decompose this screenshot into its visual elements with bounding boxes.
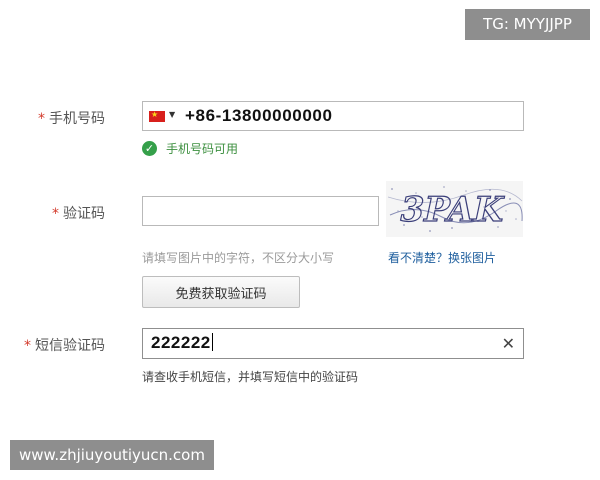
refresh-captcha-link[interactable]: 看不清楚？换张图片	[388, 249, 496, 266]
sms-label: * 短信验证码	[24, 335, 105, 355]
phone-status-text: 手机号码可用	[166, 142, 239, 156]
captcha-hint: 请填写图片中的字符，不区分大小写	[142, 251, 335, 265]
sms-code-text: 222222	[151, 333, 211, 352]
sms-code-value: 222222	[151, 333, 213, 353]
site-watermark: www.zhjiuyoutiyucn.com	[10, 440, 214, 470]
check-circle-icon: ✓	[142, 141, 157, 156]
tg-watermark: TG: MYYJJPP	[465, 9, 590, 40]
required-mark: *	[24, 338, 31, 354]
sms-code-input[interactable]: 222222 ✕	[142, 328, 524, 359]
phone-value: +86-13800000000	[185, 106, 333, 125]
chevron-down-icon[interactable]: ▼	[169, 110, 175, 119]
close-icon[interactable]: ✕	[502, 334, 515, 353]
sms-hint: 请查收手机短信，并填写短信中的验证码	[142, 370, 359, 384]
captcha-label-text: 验证码	[63, 206, 105, 222]
required-mark: *	[38, 111, 45, 127]
phone-input[interactable]: ★ ▼ +86-13800000000	[142, 101, 524, 131]
china-flag-icon[interactable]: ★	[149, 110, 165, 122]
captcha-input[interactable]	[142, 196, 379, 226]
captcha-label: * 验证码	[52, 203, 105, 223]
captcha-image[interactable]: 3PAK	[386, 181, 523, 237]
sms-label-text: 短信验证码	[35, 338, 105, 354]
phone-label-text: 手机号码	[49, 111, 105, 127]
captcha-image-text: 3PAK	[396, 190, 508, 230]
get-sms-code-button[interactable]: 免费获取验证码	[142, 276, 300, 308]
phone-label: * 手机号码	[38, 108, 105, 128]
text-cursor	[211, 333, 213, 351]
required-mark: *	[52, 206, 59, 222]
